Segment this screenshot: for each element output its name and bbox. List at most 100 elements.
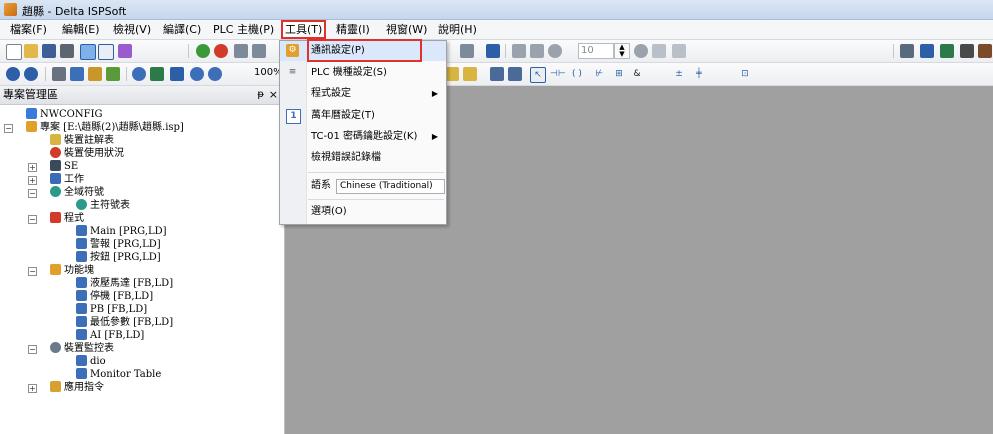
- eraser-icon[interactable]: [106, 67, 120, 81]
- tree-item-se[interactable]: SE: [50, 160, 78, 173]
- circle-icon[interactable]: [634, 44, 648, 58]
- grid-icon[interactable]: [920, 44, 934, 58]
- paste-icon[interactable]: [88, 67, 102, 81]
- table-icon[interactable]: [940, 44, 954, 58]
- save-icon[interactable]: [42, 44, 56, 58]
- copy-icon[interactable]: [70, 67, 84, 81]
- function-block-icon[interactable]: ⊞: [612, 67, 626, 81]
- menu-item-tc01-key-settings[interactable]: TC-01 密碼鑰匙設定(K) ▶: [280, 127, 446, 147]
- monitor-icon[interactable]: [252, 44, 266, 58]
- forward-icon[interactable]: [24, 67, 38, 81]
- clock-icon[interactable]: [548, 44, 562, 58]
- branch-close-icon[interactable]: [508, 67, 522, 81]
- tree-item-programs[interactable]: 程式: [50, 212, 84, 225]
- module-icon[interactable]: [978, 44, 992, 58]
- menu-item-communication-settings[interactable]: ⚙ 通訊設定(P): [280, 39, 446, 62]
- run-icon[interactable]: [196, 44, 210, 58]
- download-icon[interactable]: [512, 44, 526, 58]
- menu-window[interactable]: 視窗(W): [384, 22, 429, 37]
- menu-help[interactable]: 說明(H): [436, 22, 479, 37]
- menu-tools[interactable]: 工具(T): [280, 20, 327, 39]
- tree-item-main-symbol-table[interactable]: 主符號表: [76, 199, 130, 212]
- block-icon[interactable]: [960, 44, 974, 58]
- tree-item-program[interactable]: Main [PRG,LD]: [76, 225, 167, 238]
- pin-icon[interactable]: ᵽ: [257, 86, 264, 104]
- language-select[interactable]: Chinese (Traditional): [336, 179, 445, 194]
- window-icon[interactable]: [98, 44, 114, 60]
- refresh-icon[interactable]: [652, 44, 666, 58]
- tree-item-function-block[interactable]: PB [FB,LD]: [76, 303, 147, 316]
- tree-expander[interactable]: −: [28, 345, 37, 354]
- open-folder-icon[interactable]: [24, 44, 38, 58]
- diamond-icon[interactable]: [118, 44, 132, 58]
- redo-icon[interactable]: [672, 44, 686, 58]
- ladder-icon[interactable]: [900, 44, 914, 58]
- tree-item-function-block[interactable]: 液壓馬達 [FB,LD]: [76, 277, 173, 290]
- tree-item-function-blocks[interactable]: 功能塊: [50, 264, 94, 277]
- tree-expander[interactable]: +: [28, 163, 37, 172]
- tree-item-device-monitor[interactable]: 裝置監控表: [50, 342, 114, 355]
- zoom-in-icon[interactable]: [190, 67, 204, 81]
- box-icon[interactable]: ⊡: [738, 67, 752, 81]
- and-icon[interactable]: &: [630, 67, 644, 81]
- find-icon[interactable]: [132, 67, 146, 81]
- select-cursor-icon[interactable]: ↖: [530, 67, 546, 83]
- normally-open-icon[interactable]: ⊣⊢: [550, 67, 566, 81]
- tree-item-app-instructions[interactable]: 應用指令: [50, 381, 104, 394]
- counter-input[interactable]: 10: [578, 43, 614, 59]
- tree-item-function-block[interactable]: 停機 [FB,LD]: [76, 290, 153, 303]
- contact-icon[interactable]: [445, 67, 459, 81]
- print-icon[interactable]: [60, 44, 74, 58]
- instructions-icon: [50, 381, 61, 392]
- menu-compile[interactable]: 編譯(C): [161, 22, 203, 37]
- bookmark-icon[interactable]: [170, 67, 184, 81]
- menu-file[interactable]: 檔案(F): [8, 22, 49, 37]
- back-icon[interactable]: [6, 67, 20, 81]
- menu-view[interactable]: 檢視(V): [111, 22, 153, 37]
- upload-icon[interactable]: [530, 44, 544, 58]
- delete-line-icon[interactable]: ╪: [692, 67, 706, 81]
- close-icon[interactable]: ×: [269, 86, 278, 104]
- device-icon[interactable]: [460, 44, 474, 58]
- zoom-out-icon[interactable]: [208, 67, 222, 81]
- tree-item-program[interactable]: 警報 [PRG,LD]: [76, 238, 161, 251]
- coil-icon[interactable]: [463, 67, 477, 81]
- menu-item-view-error-log[interactable]: 檢視錯誤記錄檔: [280, 148, 446, 168]
- menu-item-program-settings[interactable]: 程式設定 ▶: [280, 84, 446, 104]
- tree-expander[interactable]: −: [4, 124, 13, 133]
- tree-item-program[interactable]: 按鈕 [PRG,LD]: [76, 251, 161, 264]
- menu-item-options[interactable]: 選項(O): [280, 202, 446, 222]
- new-file-icon[interactable]: [6, 44, 22, 60]
- normally-closed-icon[interactable]: ⊬: [592, 67, 606, 81]
- online-icon[interactable]: [234, 44, 248, 58]
- tree-expander[interactable]: −: [28, 215, 37, 224]
- tree-item-function-block[interactable]: AI [FB,LD]: [76, 329, 144, 342]
- tree-expander[interactable]: −: [28, 189, 37, 198]
- network-icon[interactable]: [486, 44, 500, 58]
- tree-item-monitor-table[interactable]: dio: [76, 355, 106, 368]
- menu-plc-host[interactable]: PLC 主機(P): [211, 22, 276, 37]
- tree-item-nwconfig[interactable]: NWCONFIG: [26, 108, 103, 121]
- tree-item-device-usage[interactable]: 裝置使用狀況: [50, 147, 124, 160]
- tree-expander[interactable]: +: [28, 384, 37, 393]
- coil-output-icon[interactable]: ( ): [570, 67, 584, 81]
- stop-icon[interactable]: [214, 44, 228, 58]
- tree-item-function-block[interactable]: 最低參數 [FB,LD]: [76, 316, 173, 329]
- menu-item-plc-model-settings[interactable]: ≡ PLC 機種設定(S): [280, 63, 446, 83]
- tree-item-task[interactable]: 工作: [50, 173, 84, 186]
- menu-item-calendar-settings[interactable]: 1 萬年曆設定(T): [280, 106, 446, 126]
- layout-icon[interactable]: [80, 44, 96, 60]
- tree-item-device-comment[interactable]: 裝置註解表: [50, 134, 114, 147]
- tree-item-monitor-table[interactable]: Monitor Table: [76, 368, 161, 381]
- replace-icon[interactable]: [150, 67, 164, 81]
- menu-wizard[interactable]: 精靈(I): [334, 22, 372, 37]
- branch-icon[interactable]: [490, 67, 504, 81]
- tree-item-project[interactable]: 專案 [E:\趙縣(2)\趙縣\趙縣.isp]: [26, 121, 184, 134]
- tree-expander[interactable]: +: [28, 176, 37, 185]
- menu-edit[interactable]: 編輯(E): [60, 22, 102, 37]
- tree-item-global-symbols[interactable]: 全域符號: [50, 186, 104, 199]
- tree-expander[interactable]: −: [28, 267, 37, 276]
- counter-spinner[interactable]: ▲ ▼: [614, 43, 630, 59]
- vertical-line-icon[interactable]: ±: [672, 67, 686, 81]
- cut-icon[interactable]: [52, 67, 66, 81]
